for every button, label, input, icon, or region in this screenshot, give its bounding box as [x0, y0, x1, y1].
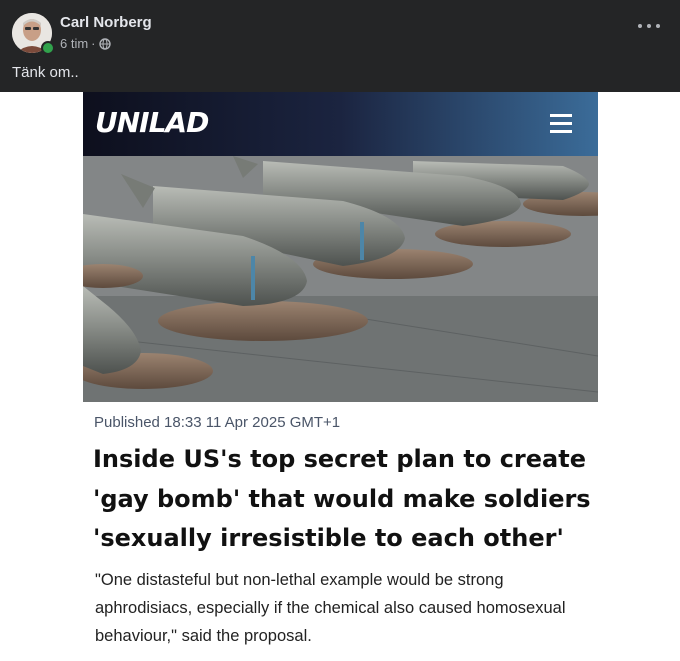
post-text: Tänk om.. [12, 64, 79, 81]
article-headline[interactable]: Inside US's top secret plan to create 'g… [93, 440, 593, 559]
published-date: Published 18:33 11 Apr 2025 GMT+1 [94, 414, 341, 431]
online-status-dot [41, 41, 55, 55]
more-horizontal-icon[interactable] [638, 20, 660, 32]
meta-separator: · [91, 36, 96, 51]
author-name[interactable]: Carl Norberg [60, 14, 152, 31]
site-logo: UNILAD [95, 106, 209, 139]
post-meta: 6 tim · [60, 36, 111, 51]
post-header: Carl Norberg 6 tim · Tänk om.. [0, 0, 680, 92]
site-header-bar: UNILAD [83, 92, 598, 156]
hamburger-menu-icon[interactable] [550, 114, 572, 134]
article-summary: "One distasteful but non-lethal example … [95, 571, 566, 645]
post-time[interactable]: 6 tim [60, 36, 88, 51]
article-card[interactable]: UNILAD Published 18:33 11 Apr 2025 GMT+1… [83, 92, 598, 661]
hero-image [83, 156, 598, 402]
globe-icon[interactable] [98, 37, 111, 50]
